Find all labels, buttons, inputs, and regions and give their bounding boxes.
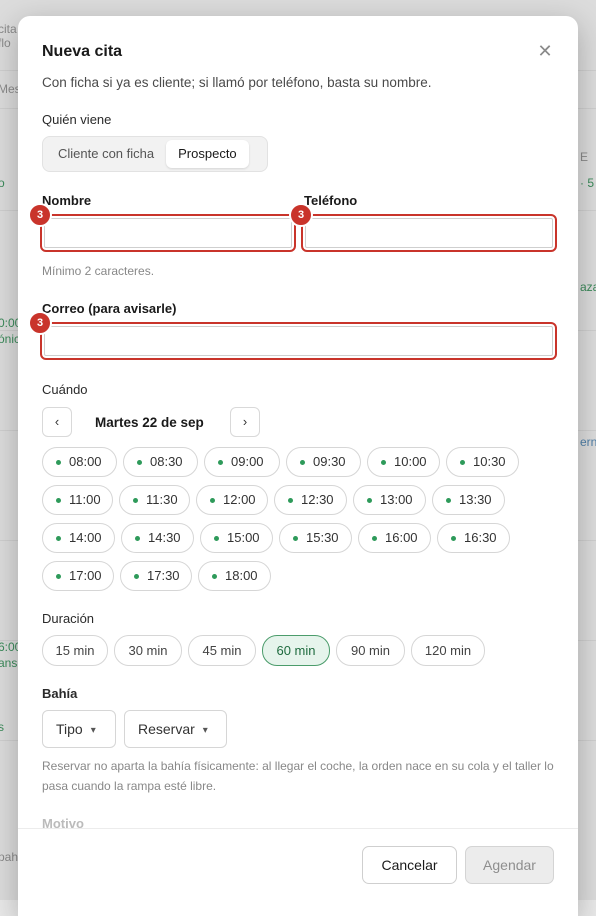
duration-label: Duración xyxy=(42,611,95,626)
bg-text: s xyxy=(0,720,4,734)
email-input[interactable] xyxy=(40,322,557,360)
phone-label: Teléfono xyxy=(304,193,358,208)
chevron-down-icon: ▾ xyxy=(90,725,96,736)
time-slot[interactable]: 11:30 xyxy=(119,485,190,515)
who-option-client[interactable]: Cliente con ficha xyxy=(46,140,166,168)
duration-option[interactable]: 30 min xyxy=(114,635,182,666)
error-badge: 3 xyxy=(289,203,313,227)
time-slot[interactable]: 08:00 xyxy=(42,447,117,477)
time-slot[interactable]: 09:30 xyxy=(286,447,361,477)
bay-label: Bahía xyxy=(42,686,78,701)
bg-text: E xyxy=(580,150,589,164)
duration-option-selected[interactable]: 60 min xyxy=(262,635,330,666)
time-slot[interactable]: 18:00 xyxy=(198,561,271,591)
duration-option[interactable]: 90 min xyxy=(336,635,405,666)
time-slot[interactable]: 14:30 xyxy=(121,523,194,553)
when-label: Cuándo xyxy=(42,382,88,397)
name-label: Nombre xyxy=(42,193,92,208)
error-badge: 3 xyxy=(28,203,52,227)
who-segmented-control: Cliente con ficha Prospecto xyxy=(42,136,268,172)
next-day-button[interactable]: › xyxy=(230,407,260,437)
cancel-button[interactable]: Cancelar xyxy=(362,846,457,884)
dialog-title: Nueva cita xyxy=(42,43,123,60)
dialog-subtitle: Con ficha si ya es cliente; si llamó por… xyxy=(42,75,432,90)
error-badge: 3 xyxy=(28,311,52,335)
duration-option[interactable]: 120 min xyxy=(411,635,485,666)
time-slot[interactable]: 17:00 xyxy=(42,561,114,591)
bg-text: · 5 xyxy=(580,176,595,190)
bg-text: o xyxy=(0,176,5,190)
time-slot[interactable]: 13:30 xyxy=(432,485,505,515)
time-slot[interactable]: 08:30 xyxy=(123,447,198,477)
schedule-button[interactable]: Agendar xyxy=(465,846,554,884)
time-slot[interactable]: 16:30 xyxy=(437,523,510,553)
bg-text: ans xyxy=(0,656,18,670)
time-slot[interactable]: 15:00 xyxy=(200,523,273,553)
bg-text: cita xyxy=(0,22,17,36)
bg-text: flo xyxy=(0,36,11,50)
time-slot[interactable]: 10:00 xyxy=(367,447,440,477)
time-slot[interactable]: 12:00 xyxy=(196,485,268,515)
bg-text: aza xyxy=(580,280,596,294)
time-slot[interactable]: 15:30 xyxy=(279,523,352,553)
chevron-down-icon: ▾ xyxy=(202,725,208,736)
bay-note: Reservar no aparta la bahía físicamente:… xyxy=(42,759,554,793)
close-icon[interactable]: ✕ xyxy=(536,42,554,60)
selected-date: Martes 22 de sep xyxy=(95,415,204,430)
time-slot[interactable]: 12:30 xyxy=(274,485,347,515)
name-input[interactable] xyxy=(40,214,296,252)
bay-type-select[interactable]: Tipo ▾ xyxy=(42,710,116,748)
time-slot[interactable]: 11:00 xyxy=(42,485,113,515)
time-slot[interactable]: 14:00 xyxy=(42,523,115,553)
time-slot[interactable]: 09:00 xyxy=(204,447,280,477)
who-label: Quién viene xyxy=(42,112,112,127)
time-slot[interactable]: 13:00 xyxy=(353,485,426,515)
bay-type-value: Tipo xyxy=(56,721,83,737)
phone-input[interactable] xyxy=(301,214,557,252)
bay-reserve-value: Reservar xyxy=(138,721,195,737)
name-hint: Mínimo 2 caracteres. xyxy=(42,264,155,278)
duration-option[interactable]: 45 min xyxy=(188,635,256,666)
new-appointment-dialog: Nueva cita ✕ Con ficha si ya es cliente;… xyxy=(18,16,578,916)
time-slot[interactable]: 10:30 xyxy=(446,447,519,477)
time-slot[interactable]: 16:00 xyxy=(358,523,431,553)
who-option-prospect[interactable]: Prospecto xyxy=(166,140,249,168)
bay-reserve-select[interactable]: Reservar ▾ xyxy=(124,710,227,748)
time-slot[interactable]: 17:30 xyxy=(120,561,192,591)
bg-text: erna xyxy=(580,435,596,449)
email-label: Correo (para avisarle) xyxy=(42,301,177,316)
bg-text: ónic xyxy=(0,332,21,346)
prev-day-button[interactable]: ‹ xyxy=(42,407,72,437)
duration-option[interactable]: 15 min xyxy=(42,635,108,666)
